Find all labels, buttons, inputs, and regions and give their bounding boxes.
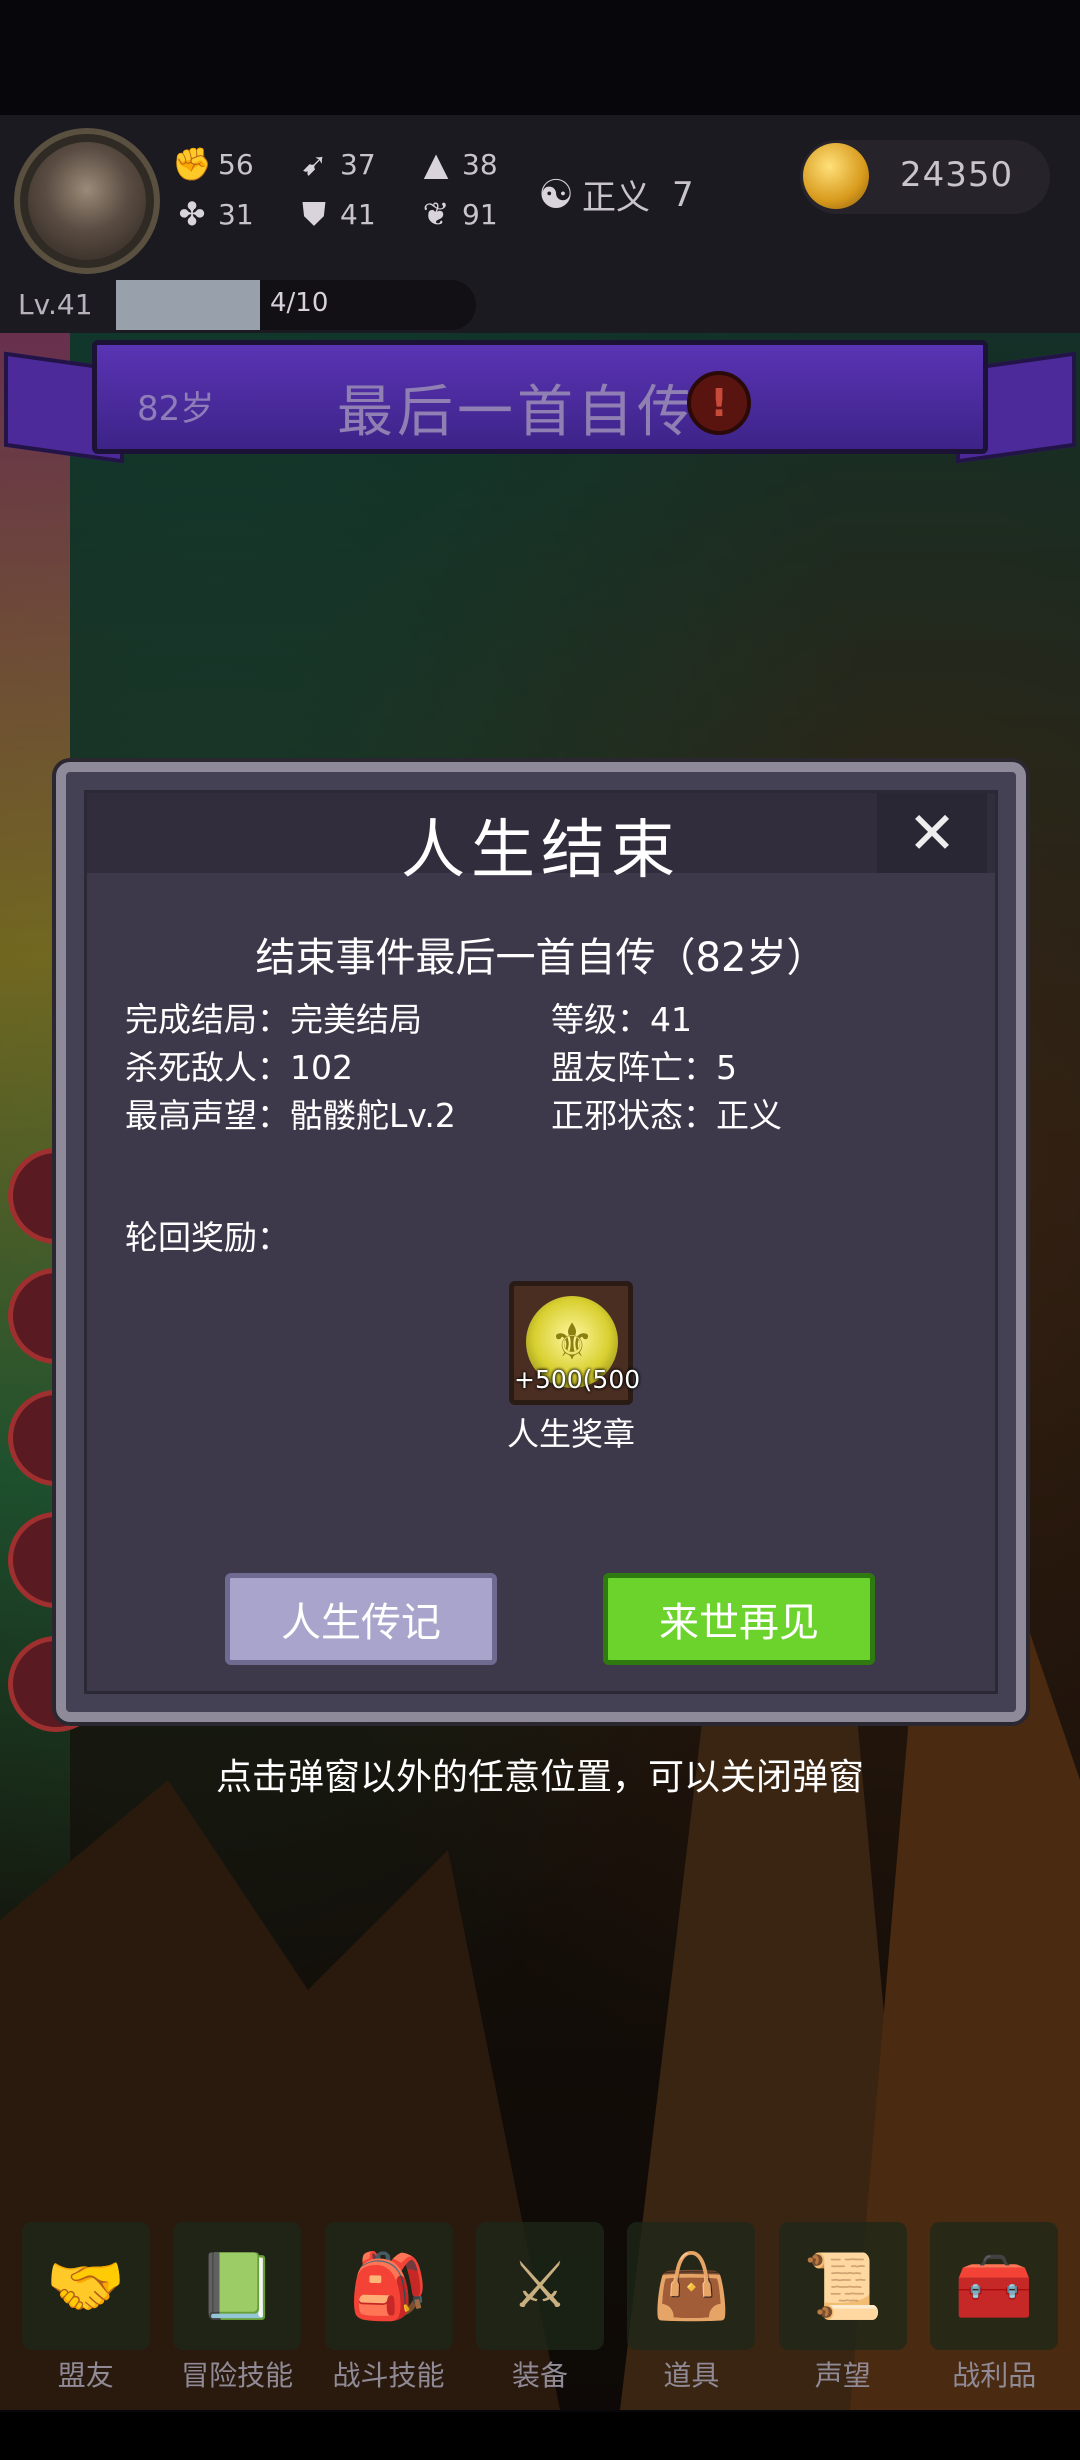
alignment-value: 7: [672, 174, 694, 215]
stat-spirit: ❦ 91: [418, 195, 498, 233]
avatar[interactable]: [28, 142, 146, 260]
stat-value: 38: [462, 147, 498, 181]
stat-value: 37: [340, 147, 376, 181]
nav-label: 声望: [814, 2359, 871, 2392]
nav-equipment[interactable]: ⚔ 装备: [470, 2222, 610, 2412]
level-info: 等级：41: [551, 1000, 692, 1039]
alert-icon: !: [687, 371, 751, 435]
clover-icon: ✤: [178, 195, 206, 233]
gold-coin-icon: [803, 143, 869, 209]
life-end-dialog: 人生结束 ✕ 结束事件最后一首自传（82岁） 完成结局：完美结局 等级：41 杀…: [56, 762, 1026, 1722]
wizard-hat-icon: ▲: [423, 145, 449, 183]
lotus-icon: ❦: [422, 195, 450, 233]
reward-item[interactable]: ⚜ +500(500: [509, 1281, 641, 1405]
nav-label: 战斗技能: [332, 2359, 445, 2392]
xp-bar: 4/10: [116, 280, 476, 330]
nav-label: 战利品: [952, 2359, 1037, 2392]
event-age: 82岁: [137, 389, 215, 429]
stat-agility: ➹ 37: [296, 145, 376, 183]
nav-label: 盟友: [57, 2359, 114, 2392]
treasure-chest-icon: 🧰: [930, 2222, 1059, 2350]
scroll-icon: 📜: [778, 2222, 907, 2350]
alignment-info: 正邪状态：正义: [551, 1096, 782, 1135]
stat-luck: ✤ 31: [174, 195, 254, 233]
alignment-label: 正义: [582, 178, 650, 218]
stat-intelligence: ▲ 38: [418, 145, 498, 183]
nav-label: 装备: [511, 2359, 568, 2392]
crossed-swords-icon: ⚔: [475, 2222, 604, 2350]
system-nav-bar: [0, 2412, 1080, 2460]
reward-label: 轮回奖励：: [125, 1218, 290, 1257]
fist-icon: ✊: [172, 145, 212, 183]
nav-reputation[interactable]: 📜 声望: [773, 2222, 913, 2412]
reputation-info: 最高声望：骷髅舵Lv.2: [125, 1096, 456, 1135]
stat-defense: ⛊ 41: [296, 194, 376, 233]
nav-allies[interactable]: 🤝 盟友: [16, 2222, 156, 2412]
nav-label: 道具: [663, 2359, 720, 2392]
event-title: 最后一首自传: [337, 380, 697, 445]
bottom-nav: 🤝 盟友 📗 冒险技能 🎒 战斗技能 ⚔ 装备 👜 道具 📜 声望 🧰 战利品: [0, 2222, 1080, 2412]
next-life-button[interactable]: 来世再见: [603, 1573, 875, 1665]
kills-info: 杀死敌人：102: [125, 1048, 353, 1087]
stat-strength: ✊ 56: [172, 145, 254, 183]
ending-info: 完成结局：完美结局: [125, 1000, 422, 1039]
backpack-icon: 🎒: [324, 2222, 453, 2350]
gold-amount: 24350: [900, 155, 1014, 195]
boot-icon: ➹: [300, 145, 328, 183]
reward-name: 人生奖章: [506, 1415, 635, 1453]
dialog-body: 人生结束 ✕ 结束事件最后一首自传（82岁） 完成结局：完美结局 等级：41 杀…: [84, 790, 998, 1694]
nav-items[interactable]: 👜 道具: [621, 2222, 761, 2412]
event-banner: 82岁 最后一首自传 !: [92, 340, 988, 454]
xp-text: 4/10: [270, 288, 329, 318]
biography-button[interactable]: 人生传记: [225, 1573, 497, 1665]
dismiss-hint: 点击弹窗以外的任意位置，可以关闭弹窗: [215, 1757, 864, 1798]
alignment-indicator: ☯ 正义 7: [538, 170, 694, 219]
stat-value: 31: [218, 197, 254, 231]
reward-count: +500(500: [514, 1365, 641, 1394]
xp-bar-fill: [116, 280, 260, 330]
close-button[interactable]: ✕: [877, 793, 987, 873]
ally-deaths-info: 盟友阵亡：5: [551, 1048, 737, 1087]
stat-value: 91: [462, 197, 498, 231]
end-event-subtitle: 结束事件最后一首自传（82岁）: [255, 935, 827, 981]
stat-value: 41: [340, 197, 376, 231]
dialog-title: 人生结束: [401, 814, 681, 888]
nav-loot[interactable]: 🧰 战利品: [924, 2222, 1064, 2412]
satchel-icon: 👜: [627, 2222, 756, 2350]
stat-value: 56: [218, 147, 254, 181]
armor-icon: ⛊: [301, 194, 326, 233]
nav-combat-skills[interactable]: 🎒 战斗技能: [319, 2222, 459, 2412]
yin-yang-icon: ☯: [538, 171, 574, 218]
player-level: Lv.41: [18, 288, 93, 321]
handshake-icon: 🤝: [21, 2222, 150, 2350]
book-icon: 📗: [173, 2222, 302, 2350]
nav-label: 冒险技能: [181, 2359, 294, 2392]
nav-adventure-skills[interactable]: 📗 冒险技能: [167, 2222, 307, 2412]
